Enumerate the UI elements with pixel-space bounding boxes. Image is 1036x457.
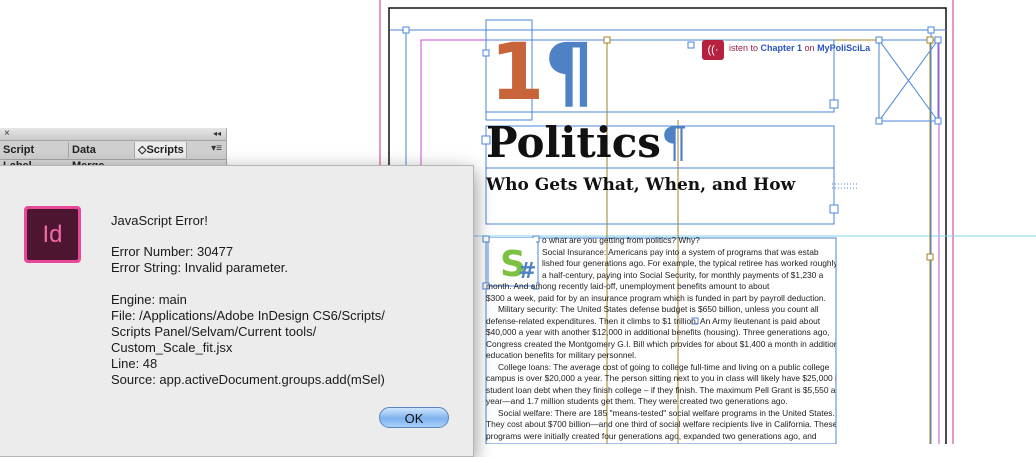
- app-icon-label: Id: [27, 209, 78, 260]
- chapter-title[interactable]: Politics¶: [486, 118, 688, 168]
- body-text-frame[interactable]: o what are you getting from politics? Wh…: [486, 235, 836, 444]
- ok-button[interactable]: OK: [379, 407, 449, 428]
- tab-script-label[interactable]: Script Label: [0, 142, 69, 172]
- body-line: a half-century, paying into Social Secur…: [542, 269, 824, 280]
- error-line: Line: 48: [111, 356, 158, 371]
- body-line: campus is over $20,000 a year. The perso…: [486, 373, 836, 383]
- javascript-error-dialog: Id JavaScript Error! Error Number: 30477…: [0, 165, 474, 457]
- collapse-icon[interactable]: ◂◂: [213, 128, 221, 140]
- listen-mid: on: [802, 43, 818, 53]
- listen-link-text[interactable]: isten to Chapter 1 on MyPoliSciLa: [729, 43, 870, 53]
- pilcrow-mark: ¶: [544, 28, 594, 118]
- body-line: Military security: The United States def…: [498, 304, 819, 314]
- tab-scripts-label: Scripts: [146, 144, 184, 156]
- body-line: education benefits for military personne…: [486, 350, 637, 360]
- error-file-line-1: File: /Applications/Adobe InDesign CS6/S…: [111, 308, 385, 323]
- body-line: Social welfare: There are 185 "means-tes…: [498, 407, 835, 418]
- tab-scripts[interactable]: ◇Scripts: [135, 142, 187, 158]
- body-line: Congress created the Montgomery G.I. Bil…: [486, 338, 836, 349]
- listen-prefix: isten to: [729, 43, 761, 53]
- error-source: Source: app.activeDocument.groups.add(mS…: [111, 372, 385, 387]
- tab-data-merge[interactable]: Data Merge: [69, 142, 135, 172]
- chapter-title-text: Politics: [486, 118, 661, 167]
- body-line: $300 a week, paid for by an insurance pr…: [486, 292, 826, 303]
- chapter-number-digit: 1: [490, 28, 545, 118]
- body-line: o what are you getting from politics? Wh…: [542, 235, 700, 245]
- error-string: Error String: Invalid parameter.: [111, 260, 289, 275]
- body-line: They cost about $700 billion—and one thi…: [486, 419, 836, 429]
- indesign-app-icon: Id: [24, 206, 81, 263]
- error-engine: Engine: main: [111, 292, 187, 307]
- chapter-link[interactable]: Chapter 1: [761, 43, 803, 53]
- body-line: College loans: The average cost of going…: [498, 361, 830, 372]
- panel-tab-strip: Script Label Data Merge ◇Scripts ▾≡: [0, 141, 226, 172]
- chapter-number[interactable]: 1¶: [490, 34, 594, 112]
- body-line: student loan debt when they finish colle…: [486, 384, 836, 395]
- audio-icon: ((·: [702, 40, 724, 60]
- body-line: lished four generations ago. For example…: [542, 258, 836, 268]
- chapter-subtitle[interactable]: Who Gets What, When, and How: [486, 174, 795, 196]
- panel-title-bar[interactable]: × ◂◂: [0, 128, 226, 141]
- body-line: Social Insurance: Americans pay into a s…: [542, 246, 819, 257]
- mypoliscilab-link[interactable]: MyPoliSciLa: [817, 43, 870, 53]
- error-heading: JavaScript Error!: [111, 213, 208, 228]
- error-number: Error Number: 30477: [111, 244, 234, 259]
- body-line: programs were initially created four gen…: [486, 430, 817, 441]
- error-file-line-3: Custom_Scale_fit.jsx: [111, 340, 233, 355]
- panel-menu-icon[interactable]: ▾≡: [211, 143, 222, 154]
- pilcrow-mark: ¶: [660, 118, 688, 167]
- error-file-line-2: Scripts Panel/Selvam/Current tools/: [111, 324, 317, 339]
- close-icon[interactable]: ×: [4, 128, 10, 140]
- body-line: defense-related expenditures. Then it cl…: [486, 315, 821, 326]
- scripts-panel: × ◂◂ Script Label Data Merge ◇Scripts ▾≡: [0, 128, 227, 172]
- body-line: month. And among recently laid-off, unem…: [486, 281, 770, 291]
- body-line: year—and 1.7 million students get them. …: [486, 396, 788, 406]
- body-line: $40,000 a year with another $12,000 in a…: [486, 327, 830, 337]
